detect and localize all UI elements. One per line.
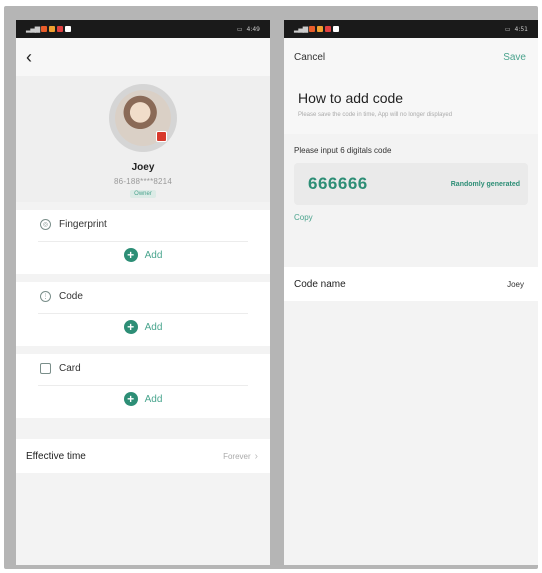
credential-label: Card — [59, 363, 81, 374]
avatar-ring — [109, 84, 177, 152]
page-title: How to add code — [298, 90, 404, 106]
status-bar-right: ▭ 4:51 — [505, 26, 528, 33]
code-name-row[interactable]: Code name Joey — [284, 267, 538, 301]
top-nav: ‹ — [16, 38, 270, 76]
code-name-label: Code name — [294, 278, 346, 290]
credential-card-code: ⋮ Code + Add — [16, 282, 270, 346]
plus-circle-icon: + — [123, 248, 138, 262]
notification-icon — [41, 26, 48, 32]
fingerprint-icon: ◎ — [40, 219, 51, 230]
add-card-button[interactable]: + Add — [16, 392, 270, 406]
notification-icon — [65, 26, 72, 32]
randomly-generated-button[interactable]: Randomly generated — [451, 181, 520, 188]
screenshot-frame: ▂▄▆ ▭ 4:49 ‹ Joey 86-188****8214 Owner ◎… — [4, 6, 538, 569]
avatar-badge-icon — [156, 131, 167, 142]
status-bar-right: ▭ 4:49 — [237, 26, 260, 33]
status-bar-left: ▂▄▆ — [294, 25, 340, 33]
save-button[interactable]: Save — [503, 52, 526, 63]
notification-icon — [333, 26, 340, 32]
profile-phone: 86-188****8214 — [114, 177, 172, 186]
effective-time-value: Forever — [223, 451, 251, 461]
profile-header: Joey 86-188****8214 Owner — [16, 76, 270, 202]
signal-icon: ▂▄▆ — [294, 25, 308, 33]
card-icon — [40, 363, 51, 374]
phone-screen-user-detail: ▂▄▆ ▭ 4:49 ‹ Joey 86-188****8214 Owner ◎… — [16, 20, 270, 565]
credential-header: ⋮ Code — [40, 291, 83, 302]
effective-time-row[interactable]: Effective time Forever › — [16, 439, 270, 473]
add-fingerprint-button[interactable]: + Add — [16, 248, 270, 262]
add-label: Add — [144, 321, 163, 333]
credential-header: ◎ Fingerprint — [40, 219, 107, 230]
signal-icon: ▂▄▆ — [26, 25, 40, 33]
divider — [38, 241, 248, 242]
chevron-right-icon: › — [254, 450, 258, 462]
add-label: Add — [144, 249, 163, 261]
code-input-label: Please input 6 digitals code — [294, 146, 392, 155]
notification-icon — [49, 26, 56, 32]
add-label: Add — [144, 393, 163, 405]
code-input-box[interactable]: 666666 Randomly generated — [294, 163, 528, 205]
effective-time-label: Effective time — [26, 450, 86, 462]
notification-icon — [57, 26, 64, 32]
divider — [38, 313, 248, 314]
status-bar: ▂▄▆ ▭ 4:51 — [284, 20, 538, 38]
divider — [38, 385, 248, 386]
credential-card-fingerprint: ◎ Fingerprint + Add — [16, 210, 270, 274]
notification-icon — [325, 26, 332, 32]
code-input[interactable]: 666666 — [308, 174, 368, 194]
howto-section: How to add code Please save the code in … — [284, 76, 538, 134]
owner-badge: Owner — [130, 190, 156, 198]
back-arrow-icon[interactable]: ‹ — [26, 48, 32, 66]
cancel-button[interactable]: Cancel — [294, 52, 325, 63]
status-time: 4:49 — [246, 25, 260, 33]
code-name-value: Joey — [507, 279, 524, 289]
code-icon: ⋮ — [40, 291, 51, 302]
credential-label: Fingerprint — [59, 219, 107, 230]
page-subtitle: Please save the code in time, App will n… — [298, 112, 453, 118]
battery-icon: ▭ — [236, 25, 243, 33]
plus-circle-icon: + — [123, 392, 138, 406]
copy-link[interactable]: Copy — [284, 205, 538, 222]
phone-screen-add-code: ▂▄▆ ▭ 4:51 Cancel Save How to add code P… — [284, 20, 538, 565]
effective-time-value-group: Forever › — [223, 451, 258, 462]
credential-card-card: Card + Add — [16, 354, 270, 418]
battery-icon: ▭ — [504, 25, 511, 33]
notification-icon — [317, 26, 324, 32]
top-nav: Cancel Save — [284, 38, 538, 76]
status-bar-left: ▂▄▆ — [26, 25, 72, 33]
plus-circle-icon: + — [123, 320, 138, 334]
status-time: 4:51 — [514, 25, 528, 33]
profile-name: Joey — [131, 162, 155, 173]
credential-header: Card — [40, 363, 81, 374]
status-bar: ▂▄▆ ▭ 4:49 — [16, 20, 270, 38]
add-code-button[interactable]: + Add — [16, 320, 270, 334]
credential-label: Code — [59, 291, 83, 302]
notification-icon — [309, 26, 316, 32]
